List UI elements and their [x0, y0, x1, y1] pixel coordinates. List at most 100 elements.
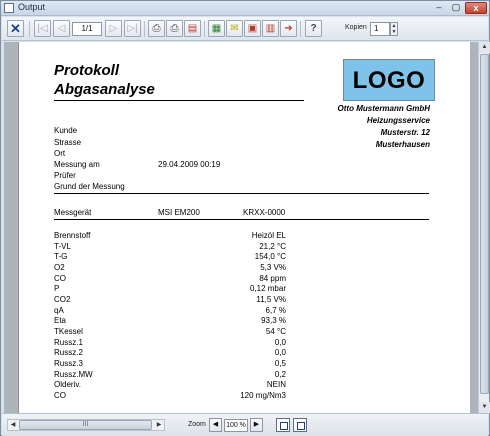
measurement-label: TKessel — [54, 326, 83, 336]
print-button[interactable]: ⎙ — [148, 20, 165, 37]
field-label: Kunde — [54, 126, 78, 135]
minimize-button[interactable]: – — [431, 2, 447, 14]
next-page-button[interactable]: ▷ — [105, 20, 122, 37]
send-mail-button[interactable]: ✉ — [226, 20, 243, 37]
zoom-label: Zoom — [188, 421, 206, 428]
fit-width-button[interactable] — [276, 418, 290, 432]
copies-spinner[interactable]: ▲ ▼ — [390, 22, 398, 36]
measurement-label: O2 — [54, 262, 65, 272]
measurement-label: T-VL — [54, 241, 71, 251]
measurement-label: Russz.1 — [54, 337, 83, 347]
measurement-value: 0,5 — [274, 358, 286, 368]
device-label: Messgerät — [54, 208, 92, 217]
vertical-scroll-thumb[interactable] — [480, 54, 489, 394]
device-model: MSI EM200 — [158, 208, 200, 217]
first-page-button[interactable]: |◁ — [34, 20, 51, 37]
measurement-value: Heizöl EL — [251, 231, 286, 240]
report-title-line1: Protokoll — [54, 62, 120, 79]
app-icon — [4, 3, 14, 13]
section-divider — [54, 193, 429, 194]
copies-label: Kopien — [345, 24, 367, 31]
measurement-value: 120 mg/Nm3 — [240, 390, 286, 400]
window-title: Output — [18, 2, 46, 12]
copies-field[interactable]: 1 — [370, 22, 390, 36]
measurement-value: 21,2 °C — [259, 241, 286, 251]
measurement-label: Russz.3 — [54, 358, 83, 368]
measurement-label: P — [54, 284, 60, 294]
measurement-label: Eta — [54, 316, 67, 326]
fit-page-button[interactable] — [293, 418, 307, 432]
output-window: Output – ▢ x ✕ |◁ ◁ 1/1 ▷ ▷| ⎙ ⎙ ▤ ▦ ✉ ▣… — [0, 0, 490, 436]
measurement-value: 154,0 °C — [254, 252, 286, 262]
scroll-up-icon[interactable]: ▲ — [479, 42, 490, 53]
horizontal-scroll-thumb[interactable]: III — [19, 420, 152, 430]
measurement-label: CO — [54, 273, 66, 283]
measurement-label: Russz.MW — [54, 369, 93, 379]
scroll-right-icon[interactable]: ▶ — [154, 420, 164, 430]
measurement-label: Russz.2 — [54, 348, 83, 358]
previous-page-button[interactable]: ◁ — [53, 20, 70, 37]
measurement-value: 54 °C — [265, 326, 286, 336]
measurement-label: T-G — [54, 252, 68, 262]
vertical-scrollbar[interactable]: ▲ ▼ — [478, 42, 490, 413]
device-divider — [54, 219, 429, 220]
company-logo: LOGO — [343, 59, 435, 101]
measurement-value: 93,3 % — [261, 316, 286, 326]
measurement-value: 0,0 — [274, 337, 286, 347]
field-label: Grund der Messung — [54, 182, 125, 191]
measurement-label: Olderiv. — [54, 380, 81, 390]
measurement-label: CO — [54, 390, 66, 400]
zoom-field[interactable]: 100 % — [224, 419, 248, 432]
scroll-down-icon[interactable]: ▼ — [479, 402, 490, 413]
field-label: Strasse — [54, 138, 82, 147]
field-label: Messung am — [54, 160, 100, 169]
maximize-button[interactable]: ▢ — [448, 2, 464, 14]
close-window-button[interactable]: x — [465, 2, 487, 14]
measurement-value: 0,2 — [274, 369, 286, 379]
title-underline — [54, 100, 304, 101]
measurement-value: 0,0 — [274, 348, 286, 358]
close-preview-button[interactable]: ✕ — [7, 20, 24, 37]
field-label: Prüfer — [54, 171, 76, 180]
scroll-left-icon[interactable]: ◀ — [8, 420, 18, 430]
help-button[interactable]: ? — [305, 20, 322, 37]
zoom-in-button[interactable]: ▶ — [250, 418, 263, 432]
measurement-value: 84 ppm — [259, 273, 286, 283]
company-city: Musterhausen — [375, 140, 430, 149]
toolbar: ✕ |◁ ◁ 1/1 ▷ ▷| ⎙ ⎙ ▤ ▦ ✉ ▣ ▥ ➔ ? Kopien… — [2, 17, 488, 41]
company-service: Heizungsservice — [366, 116, 430, 125]
report-page: Protokoll Abgasanalyse LOGO Otto Musterm… — [18, 42, 470, 413]
last-page-button[interactable]: ▷| — [124, 20, 141, 37]
field-label: Ort — [54, 149, 66, 158]
company-street: Musterstr. 12 — [380, 128, 430, 137]
measurement-label: Brennstoff — [54, 231, 91, 240]
spin-down-icon[interactable]: ▼ — [391, 29, 397, 35]
pdf-export-button[interactable]: ▤ — [184, 20, 201, 37]
measurement-label: CO2 — [54, 294, 71, 304]
toolbar-separator — [144, 21, 145, 37]
device-serial: KRXX-0000 — [243, 208, 286, 217]
measurement-value: 5,3 V% — [260, 262, 286, 272]
page-number-field[interactable]: 1/1 — [72, 22, 102, 36]
measurement-value: NEIN — [266, 380, 286, 390]
zoom-out-button[interactable]: ◀ — [209, 418, 222, 432]
measurement-label: qA — [54, 305, 64, 315]
title-bar: Output – ▢ x — [1, 1, 489, 16]
export-file-button[interactable]: ➔ — [280, 20, 297, 37]
measurement-value: 11,5 V% — [256, 294, 286, 304]
horizontal-scrollbar[interactable]: ◀ III ▶ — [7, 419, 165, 431]
status-bar: ◀ III ▶ Zoom ◀ 100 % ▶ — [2, 413, 488, 436]
toolbar-separator — [300, 21, 301, 37]
measurement-value: 0,12 mbar — [249, 284, 286, 294]
measurement-value: 6,7 % — [265, 305, 286, 315]
measurement-date: 29.04.2009 00:19 — [158, 160, 221, 169]
export-html-button[interactable]: ▥ — [262, 20, 279, 37]
toolbar-separator — [204, 21, 205, 37]
document-viewport[interactable]: Protokoll Abgasanalyse LOGO Otto Musterm… — [4, 42, 478, 413]
print-setup-button[interactable]: ⎙ — [166, 20, 183, 37]
export-excel-button[interactable]: ▦ — [208, 20, 225, 37]
company-name: Otto Mustermann GmbH — [337, 104, 430, 113]
export-rtf-button[interactable]: ▣ — [244, 20, 261, 37]
report-title-line2: Abgasanalyse — [54, 81, 155, 98]
toolbar-separator — [29, 21, 30, 37]
